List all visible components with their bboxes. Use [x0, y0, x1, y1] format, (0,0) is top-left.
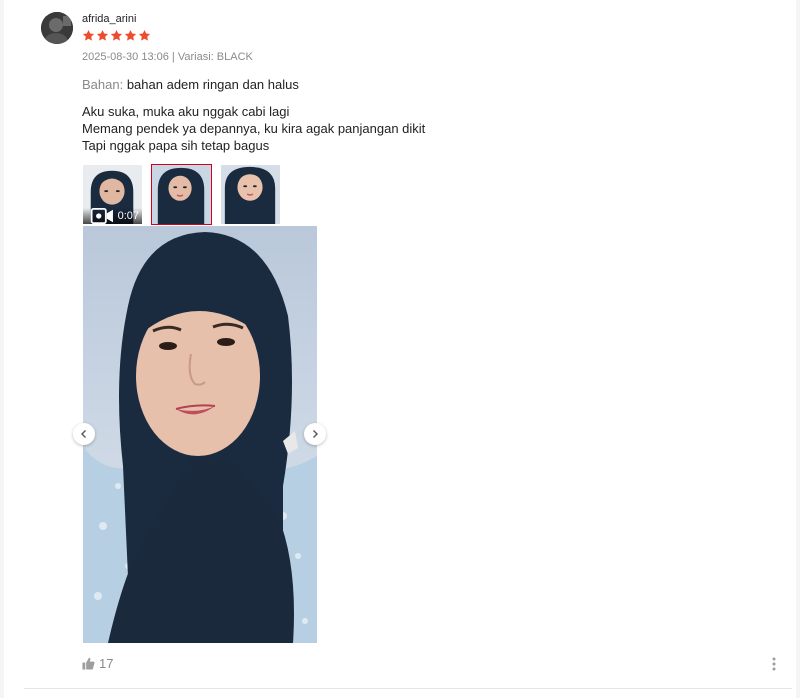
variation-label: Variasi: [177, 51, 214, 63]
chevron-left-icon [81, 430, 86, 438]
review-meta: 2025-08-30 13:06 | Variasi: BLACK [82, 51, 253, 63]
attribute-value: bahan adem ringan dan halus [126, 77, 299, 92]
review-attribute: Bahan: bahan adem ringan dan halus [82, 77, 299, 92]
like-count: 17 [99, 656, 114, 671]
review-line: Aku suka, muka aku nggak cabi lagi [82, 104, 290, 119]
video-camera-icon [90, 208, 113, 224]
reviewer-username: afrida_arini [82, 13, 137, 25]
user-avatar [41, 12, 73, 44]
photo-thumbnail[interactable] [220, 164, 281, 225]
variation-value: BLACK [216, 51, 253, 63]
review-body: Aku suka, muka aku nggak cabi lagi Meman… [82, 103, 425, 154]
rating-stars [82, 29, 151, 42]
star-icon [110, 29, 123, 41]
star-icon [96, 29, 109, 41]
video-overlay: 0:07 [83, 208, 142, 224]
attribute-label: Bahan: [82, 77, 124, 92]
media-thumbnails: 0:07 [82, 164, 281, 225]
more-options-button[interactable] [768, 655, 780, 673]
previous-photo-button[interactable] [73, 423, 95, 445]
selected-photo [83, 226, 317, 643]
meta-separator: | [168, 51, 178, 63]
thumbs-up-icon [82, 657, 95, 670]
star-icon [124, 29, 137, 41]
review-divider [24, 688, 792, 689]
star-icon [138, 29, 151, 41]
video-thumbnail[interactable]: 0:07 [82, 164, 143, 225]
review-line: Memang pendek ya depannya, ku kira agak … [82, 121, 426, 136]
like-button[interactable]: 17 [82, 656, 113, 671]
photo-thumbnail-selected[interactable] [151, 164, 212, 225]
review-line: Tapi nggak papa sih tetap bagus [82, 138, 270, 153]
video-duration: 0:07 [117, 210, 139, 222]
star-icon [82, 29, 95, 41]
next-photo-button[interactable] [304, 423, 326, 445]
chevron-right-icon [313, 430, 318, 438]
more-vertical-icon [772, 657, 776, 671]
review-date: 2025-08-30 13:06 [82, 51, 169, 63]
